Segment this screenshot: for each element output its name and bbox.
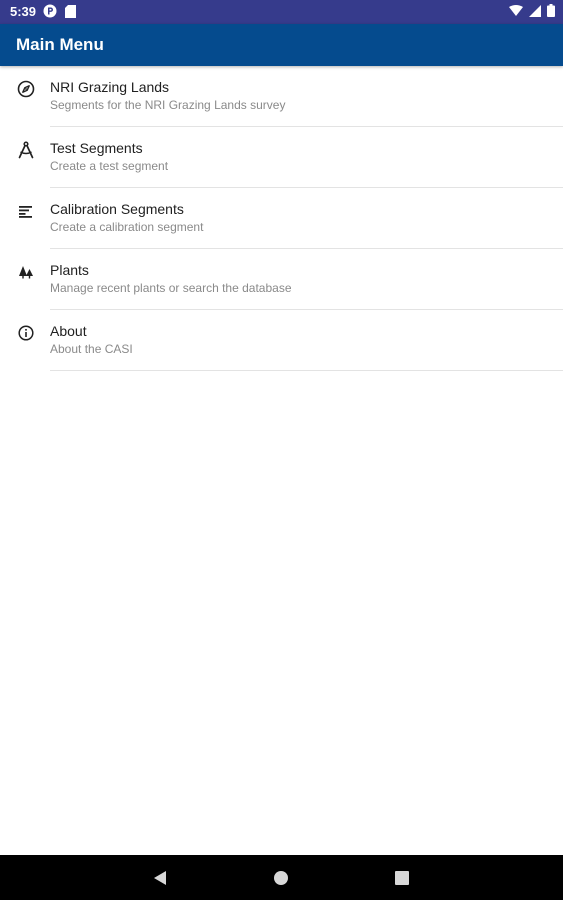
back-icon[interactable]	[149, 867, 171, 889]
p-circle-icon	[43, 4, 57, 21]
menu-item-calibration-segments[interactable]: Calibration Segments Create a calibratio…	[0, 188, 563, 249]
status-system-icons	[509, 4, 555, 20]
menu-item-title: NRI Grazing Lands	[50, 79, 170, 95]
home-icon[interactable]	[270, 867, 292, 889]
menu-item-title: About	[50, 323, 87, 339]
menu-item-title: Calibration Segments	[50, 201, 184, 217]
status-notification-icons	[43, 4, 76, 21]
menu-item-test-segments[interactable]: Test Segments Create a test segment	[0, 127, 563, 188]
wifi-icon	[509, 4, 523, 20]
navigation-bar	[0, 855, 563, 900]
status-time: 5:39	[10, 4, 37, 19]
signal-icon	[529, 4, 541, 20]
app-bar: Main Menu	[0, 24, 563, 66]
menu-item-title: Plants	[50, 262, 89, 278]
menu-item-subtitle: Create a test segment	[50, 159, 169, 173]
drafting-compass-icon	[16, 140, 36, 160]
menu-item-plants[interactable]: Plants Manage recent plants or search th…	[0, 249, 563, 310]
page-title: Main Menu	[16, 35, 104, 54]
menu-item-subtitle: Manage recent plants or search the datab…	[50, 281, 292, 295]
battery-icon	[547, 4, 555, 20]
menu-item-subtitle: Segments for the NRI Grazing Lands surve…	[50, 98, 286, 112]
info-icon	[16, 323, 36, 343]
trees-icon	[16, 262, 36, 282]
sort-lines-icon	[16, 201, 36, 221]
sd-card-icon	[65, 4, 76, 21]
recents-icon[interactable]	[391, 867, 413, 889]
status-bar: 5:39	[0, 0, 563, 24]
compass-icon	[16, 79, 36, 99]
menu-item-nri-grazing-lands[interactable]: NRI Grazing Lands Segments for the NRI G…	[0, 66, 563, 127]
menu-item-subtitle: Create a calibration segment	[50, 220, 204, 234]
screen: 5:39 Main Menu NRI Grazing Lands Segment…	[0, 0, 563, 900]
menu-item-subtitle: About the CASI	[50, 342, 133, 356]
divider	[50, 370, 563, 371]
menu-item-title: Test Segments	[50, 140, 143, 156]
menu-item-about[interactable]: About About the CASI	[0, 310, 563, 371]
main-menu-list: NRI Grazing Lands Segments for the NRI G…	[0, 66, 563, 371]
